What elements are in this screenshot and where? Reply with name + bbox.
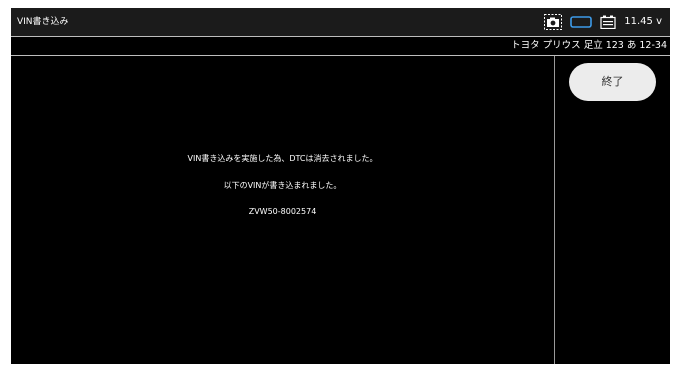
vin-written-message: 以下のVINが書き込まれました。: [223, 181, 342, 190]
battery-icon: [600, 15, 616, 29]
screen-title: VIN書き込み: [17, 17, 69, 27]
title-bar: VIN書き込み 11.45 v: [11, 8, 670, 36]
status-area: 11.45 v: [544, 13, 662, 31]
connection-icon: [570, 15, 593, 29]
app-screen: VIN書き込み 11.45 v トヨタ プリウス 足立 123 あ 12-34 …: [11, 8, 670, 364]
end-button[interactable]: 終了: [569, 63, 656, 101]
vehicle-info-bar: トヨタ プリウス 足立 123 あ 12-34: [11, 36, 670, 56]
message-panel: VIN書き込みを実施した為、DTCは消去されました。 以下のVINが書き込まれま…: [11, 56, 554, 364]
camera-icon[interactable]: [544, 14, 563, 30]
vin-value: ZVW50-8002574: [248, 207, 317, 216]
dtc-cleared-message: VIN書き込みを実施した為、DTCは消去されました。: [187, 154, 378, 163]
vehicle-info: トヨタ プリウス 足立 123 あ 12-34: [511, 40, 667, 51]
voltage-reading: 11.45 v: [624, 16, 662, 27]
side-panel: 終了: [555, 56, 670, 364]
